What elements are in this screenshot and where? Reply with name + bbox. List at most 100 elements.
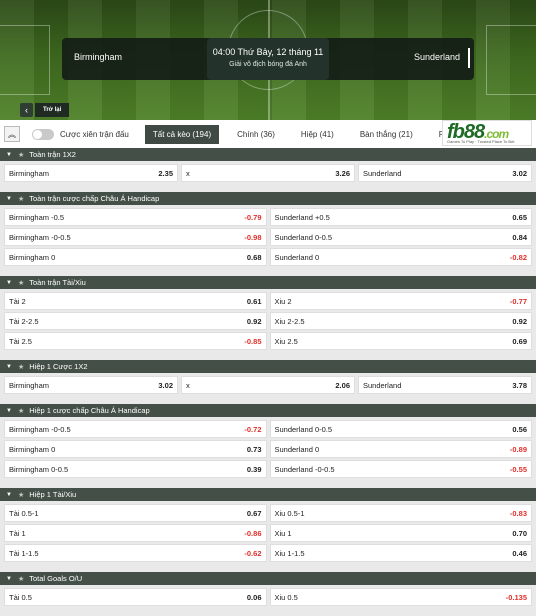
odds-value: -0.77 bbox=[509, 296, 527, 306]
market-row: Birmingham -0.5 -0.79 Sunderland +0.5 0.65 bbox=[0, 207, 536, 227]
odds-cell[interactable]: Tài 0.5 0.06 bbox=[4, 588, 267, 606]
market-body: Birmingham -0-0.5 -0.72 Sunderland 0-0.5 0.… bbox=[0, 417, 536, 481]
odds-value: 0.92 bbox=[512, 316, 527, 326]
market-row: Tài 1-1.5 -0.62 Xiu 1-1.5 0.46 bbox=[0, 543, 536, 563]
odds-value: 3.02 bbox=[512, 168, 527, 178]
odds-cell[interactable]: Birmingham 0-0.5 0.39 bbox=[4, 460, 267, 478]
chevron-down-icon[interactable]: ▼ bbox=[6, 364, 12, 370]
star-icon[interactable]: ★ bbox=[18, 491, 24, 499]
parlay-toggle[interactable] bbox=[32, 128, 54, 140]
odds-value: 0.70 bbox=[512, 528, 527, 538]
odds-cell[interactable]: x 2.06 bbox=[181, 376, 355, 394]
back-button[interactable]: Trở lại bbox=[35, 103, 70, 117]
odds-cell[interactable]: Xiu 0.5 -0.135 bbox=[269, 588, 532, 606]
odds-cell[interactable]: Tài 1-1.5 -0.62 bbox=[4, 544, 267, 562]
odds-cell[interactable]: Xiu 2 -0.77 bbox=[269, 292, 532, 310]
market-section-header[interactable]: ▼ ★ Hiệp 1 Tài/Xiu bbox=[0, 488, 536, 501]
tab-main[interactable]: Chính (36) bbox=[229, 125, 283, 144]
selection-label: Birmingham bbox=[9, 168, 50, 178]
odds-value: -0.98 bbox=[244, 232, 262, 242]
selection-label: Xiu 2-2.5 bbox=[274, 316, 305, 326]
odds-cell[interactable]: Birmingham -0-0.5 -0.98 bbox=[4, 228, 267, 246]
chevron-down-icon[interactable]: ▼ bbox=[6, 152, 12, 158]
odds-cell[interactable]: Xiu 1-1.5 0.46 bbox=[269, 544, 532, 562]
star-icon[interactable]: ★ bbox=[18, 575, 24, 583]
market-body: Birmingham 3.02 x 2.06 Sunderland 3.78 bbox=[0, 373, 536, 397]
odds-cell[interactable]: Xiu 0.5-1 -0.83 bbox=[269, 504, 532, 522]
odds-value: 2.35 bbox=[158, 168, 173, 178]
odds-cell[interactable]: Xiu 1 0.70 bbox=[269, 524, 532, 542]
odds-cell[interactable]: Birmingham -0.5 -0.79 bbox=[4, 208, 267, 226]
market-section-header[interactable]: ▼ ★ Toàn trận 1X2 bbox=[0, 148, 536, 161]
odds-value: 0.73 bbox=[246, 444, 262, 454]
market-row: Tài 1 -0.86 Xiu 1 0.70 bbox=[0, 523, 536, 543]
tab-goals[interactable]: Bàn thắng (21) bbox=[352, 125, 421, 144]
market-section-header[interactable]: ▼ ★ Total Goals O/U bbox=[0, 572, 536, 585]
selection-label: Sunderland 0-0.5 bbox=[274, 232, 333, 242]
market-section-header[interactable]: ▼ ★ Toàn trận Tài/Xiu bbox=[0, 276, 536, 289]
selection-label: Xiu 1 bbox=[274, 528, 292, 538]
star-icon[interactable]: ★ bbox=[18, 279, 24, 287]
odds-value: 0.84 bbox=[512, 232, 527, 242]
star-icon[interactable]: ★ bbox=[18, 195, 24, 203]
chevron-down-icon[interactable]: ▼ bbox=[6, 280, 12, 286]
market-row: Birmingham 0 0.68 Sunderland 0 -0.82 bbox=[0, 247, 536, 267]
odds-cell[interactable]: Xiu 2.5 0.69 bbox=[269, 332, 532, 350]
market-section-header[interactable]: ▼ ★ Hiệp 1 Cược 1X2 bbox=[0, 360, 536, 373]
odds-value: 2.06 bbox=[335, 380, 350, 390]
chevron-down-icon[interactable]: ▼ bbox=[6, 492, 12, 498]
market-section-header[interactable]: ▼ ★ Hiệp 1 cược chấp Châu Á Handicap bbox=[0, 404, 536, 417]
logo-tagline: Games To Play · Trusted Place To Bet bbox=[447, 139, 515, 144]
odds-cell[interactable]: Tài 0.5-1 0.67 bbox=[4, 504, 267, 522]
odds-value: 0.92 bbox=[246, 316, 262, 326]
odds-cell[interactable]: Tài 1 -0.86 bbox=[4, 524, 267, 542]
odds-value: -0.55 bbox=[509, 464, 527, 474]
chevron-down-icon[interactable]: ▼ bbox=[6, 196, 12, 202]
odds-value: 0.69 bbox=[512, 336, 527, 346]
odds-cell[interactable]: x 3.26 bbox=[181, 164, 355, 182]
selection-label: Tài 1-1.5 bbox=[9, 548, 39, 558]
market-section: ▼ ★ Hiệp 1 Cược 1X2 Birmingham 3.02 x 2.06 Sund… bbox=[0, 360, 536, 397]
chevron-down-icon[interactable]: ▼ bbox=[6, 576, 12, 582]
tab-half[interactable]: Hiệp (41) bbox=[293, 125, 342, 144]
star-icon[interactable]: ★ bbox=[18, 151, 24, 159]
odds-cell[interactable]: Birmingham -0-0.5 -0.72 bbox=[4, 420, 267, 438]
odds-cell[interactable]: Birmingham 0 0.73 bbox=[4, 440, 267, 458]
odds-cell[interactable]: Birmingham 0 0.68 bbox=[4, 248, 267, 266]
fb88-logo: fb88.com Games To Play · Trusted Place T… bbox=[442, 120, 532, 146]
odds-cell[interactable]: Birmingham 3.02 bbox=[4, 376, 178, 394]
star-icon[interactable]: ★ bbox=[18, 363, 24, 371]
odds-cell[interactable]: Sunderland +0.5 0.65 bbox=[269, 208, 532, 226]
star-icon[interactable]: ★ bbox=[18, 407, 24, 415]
odds-cell[interactable]: Tài 2-2.5 0.92 bbox=[4, 312, 267, 330]
market-title: Toàn trận 1X2 bbox=[29, 150, 76, 159]
odds-cell[interactable]: Sunderland 0-0.5 0.56 bbox=[269, 420, 532, 438]
odds-cell[interactable]: Sunderland 0 -0.89 bbox=[269, 440, 532, 458]
odds-cell[interactable]: Tài 2.5 -0.85 bbox=[4, 332, 267, 350]
market-body: Tài 2 0.61 Xiu 2 -0.77 Tài 2-2.5 0.92 Xiu 2-2.… bbox=[0, 289, 536, 353]
odds-cell[interactable]: Tài 2 0.61 bbox=[4, 292, 267, 310]
odds-cell[interactable]: Sunderland 3.78 bbox=[358, 376, 532, 394]
selection-label: x bbox=[186, 168, 190, 178]
odds-cell[interactable]: Sunderland 0 -0.82 bbox=[269, 248, 532, 266]
tab-all-markets[interactable]: Tất cả kèo (194) bbox=[144, 124, 220, 144]
odds-cell[interactable]: Xiu 2-2.5 0.92 bbox=[269, 312, 532, 330]
back-bar[interactable]: ‹ Trở lại bbox=[20, 102, 70, 118]
market-row: Tài 2-2.5 0.92 Xiu 2-2.5 0.92 bbox=[0, 311, 536, 331]
market-section: ▼ ★ Toàn trận 1X2 Birmingham 2.35 x 3.26 Sunder… bbox=[0, 148, 536, 185]
collapse-all-icon[interactable]: ︽ bbox=[4, 126, 20, 142]
selection-label: Tài 2 bbox=[9, 296, 26, 306]
odds-cell[interactable]: Sunderland 0-0.5 0.84 bbox=[269, 228, 532, 246]
market-section-header[interactable]: ▼ ★ Toàn trận cược chấp Châu Á Handicap bbox=[0, 192, 536, 205]
odds-cell[interactable]: Birmingham 2.35 bbox=[4, 164, 178, 182]
chevron-left-icon[interactable]: ‹ bbox=[20, 103, 33, 117]
market-row: Birmingham 2.35 x 3.26 Sunderland 3.02 bbox=[0, 163, 536, 183]
odds-value: 0.46 bbox=[512, 548, 527, 558]
odds-cell[interactable]: Sunderland 3.02 bbox=[358, 164, 532, 182]
odds-value: -0.79 bbox=[244, 212, 262, 222]
odds-value: 3.78 bbox=[512, 380, 527, 390]
market-row: Birmingham 3.02 x 2.06 Sunderland 3.78 bbox=[0, 375, 536, 395]
chevron-down-icon[interactable]: ▼ bbox=[6, 408, 12, 414]
odds-cell[interactable]: Sunderland -0-0.5 -0.55 bbox=[269, 460, 532, 478]
selection-label: Sunderland -0-0.5 bbox=[274, 464, 335, 474]
